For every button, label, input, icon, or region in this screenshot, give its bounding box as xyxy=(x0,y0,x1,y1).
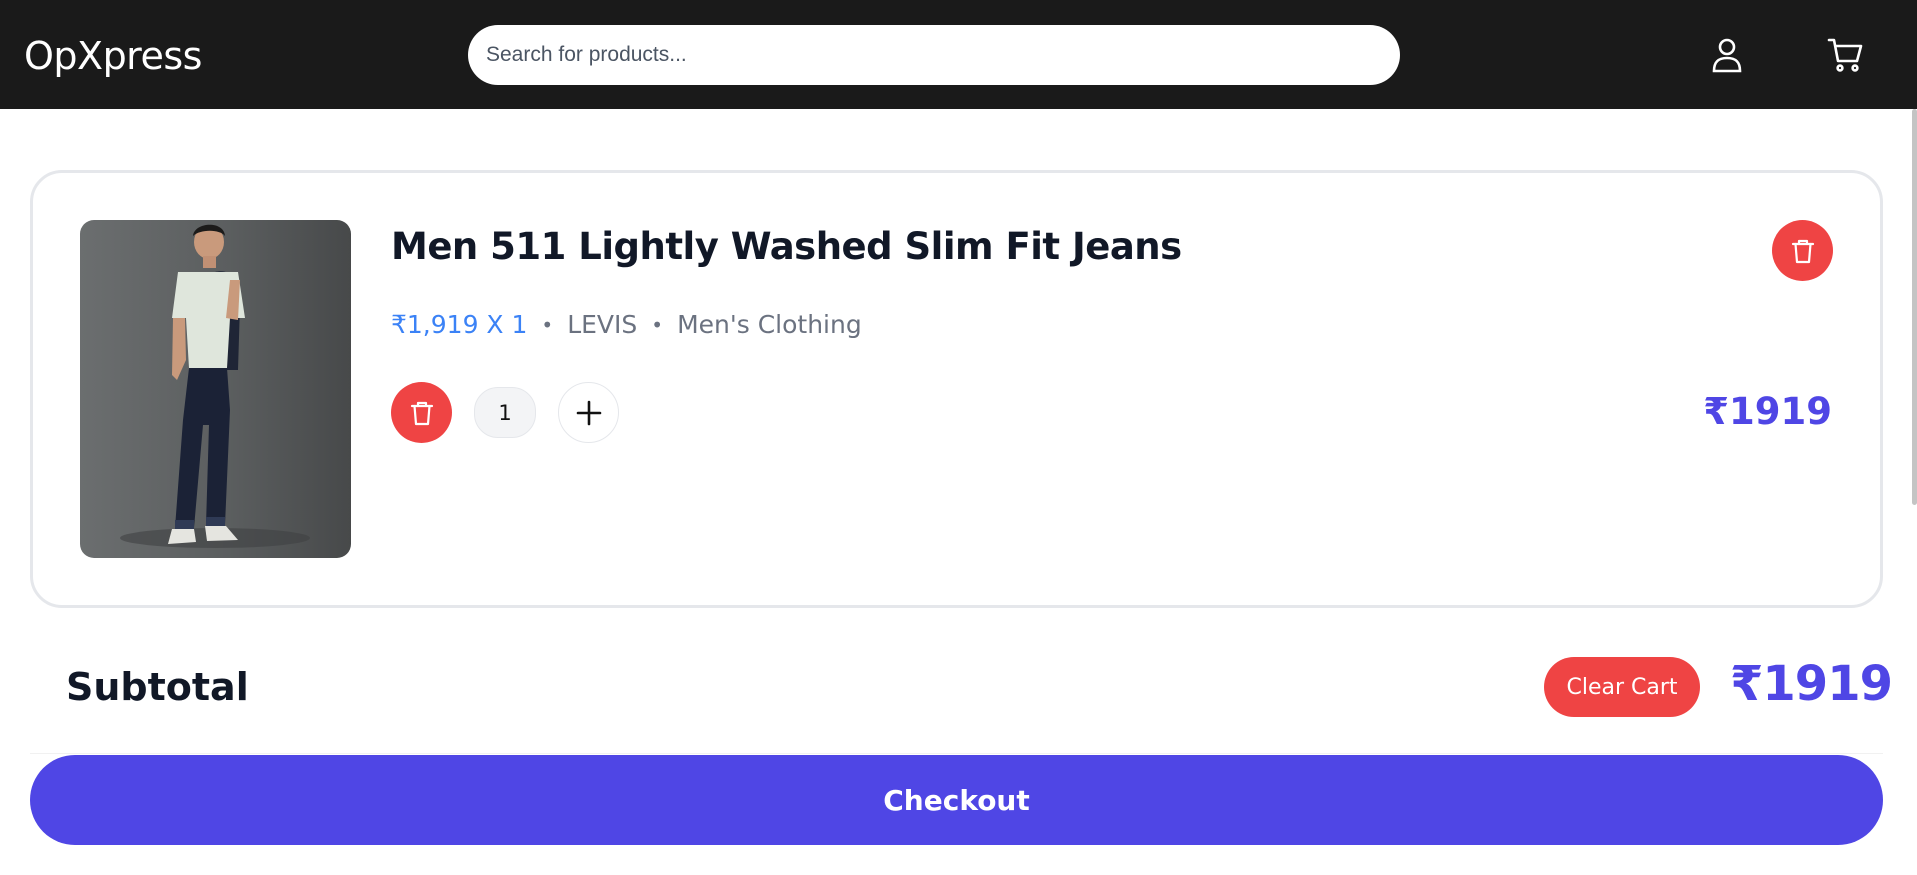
product-title[interactable]: Men 511 Lightly Washed Slim Fit Jeans xyxy=(391,225,1182,268)
product-photo xyxy=(120,224,310,548)
item-line-total: ₹1919 xyxy=(1703,390,1832,433)
product-category: Men's Clothing xyxy=(677,310,862,339)
separator-dot: • xyxy=(651,312,664,337)
trash-icon xyxy=(1791,239,1814,263)
subtotal-label: Subtotal xyxy=(66,665,249,709)
clear-cart-button[interactable]: Clear Cart xyxy=(1544,657,1700,717)
remove-item-button[interactable] xyxy=(1772,220,1833,281)
subtotal-value: ₹1919 xyxy=(1730,656,1893,712)
top-navbar: OpXpress xyxy=(0,0,1917,109)
unit-price-quantity: ₹1,919 X 1 xyxy=(391,310,528,339)
increase-quantity-button[interactable] xyxy=(558,382,619,443)
account-button[interactable] xyxy=(1704,32,1750,78)
cart-button[interactable] xyxy=(1823,32,1869,78)
user-icon xyxy=(1712,38,1742,73)
product-brand: LEVIS xyxy=(567,310,638,339)
separator-dot: • xyxy=(541,312,554,337)
brand-logo[interactable]: OpXpress xyxy=(24,34,202,78)
plus-icon xyxy=(576,400,601,425)
product-meta: ₹1,919 X 1 • LEVIS • Men's Clothing xyxy=(391,310,862,339)
page-scrollbar[interactable] xyxy=(1912,109,1917,505)
divider xyxy=(30,753,1883,754)
trash-icon xyxy=(410,401,433,425)
quantity-display: 1 xyxy=(474,387,536,438)
search-input[interactable] xyxy=(468,25,1400,85)
decrease-quantity-button[interactable] xyxy=(391,382,452,443)
cart-icon xyxy=(1827,38,1863,72)
checkout-button[interactable]: Checkout xyxy=(30,755,1883,845)
product-image[interactable] xyxy=(80,220,351,558)
